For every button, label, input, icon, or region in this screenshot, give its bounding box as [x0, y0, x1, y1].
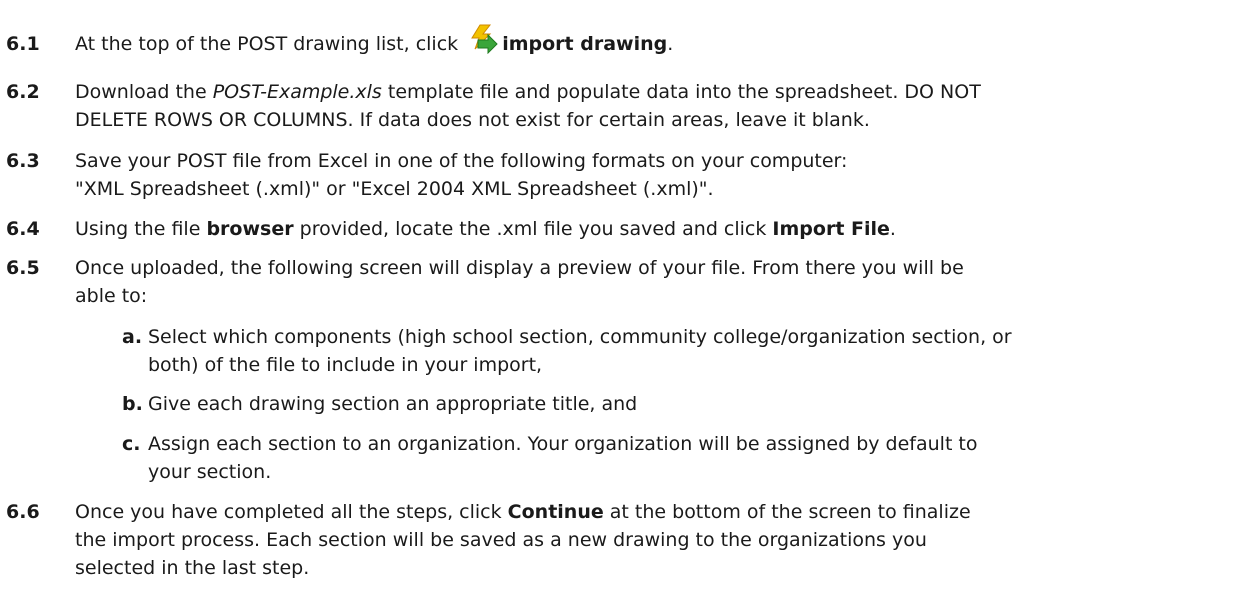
step-text: Once uploaded, the following screen will…	[75, 257, 964, 307]
step-text: Once you have completed all the steps, c…	[75, 501, 971, 579]
step-number: 6.1	[6, 33, 40, 55]
sub-step-letter: c.	[122, 433, 141, 455]
step-number: 6.5	[6, 257, 40, 279]
sub-step-text: Select which components (high school sec…	[148, 326, 1012, 376]
step-number: 6.4	[6, 218, 40, 240]
sub-step-text: Give each drawing section an appropriate…	[148, 393, 638, 415]
sub-step-letter: a.	[122, 326, 143, 348]
instruction-document: 6.1 At the top of the POST drawing list,…	[0, 0, 1254, 600]
template-file-name: POST-Example.xls	[212, 81, 382, 103]
step-text: Save your POST file from Excel in one of…	[75, 150, 848, 200]
import-drawing-icon[interactable]	[466, 24, 498, 55]
step-number: 6.6	[6, 501, 40, 523]
step-text: Download the POST-Example.xls template f…	[75, 81, 981, 131]
step-number: 6.2	[6, 81, 40, 103]
sub-step-letter: b.	[122, 393, 143, 415]
import-drawing-link-text: import drawing	[502, 33, 668, 55]
sub-step-text: Assign each section to an organization. …	[148, 433, 978, 483]
step-text: Using the file browser provided, locate …	[75, 218, 896, 240]
step-text: At the top of the POST drawing list, cli…	[75, 24, 1245, 58]
step-number: 6.3	[6, 150, 40, 172]
